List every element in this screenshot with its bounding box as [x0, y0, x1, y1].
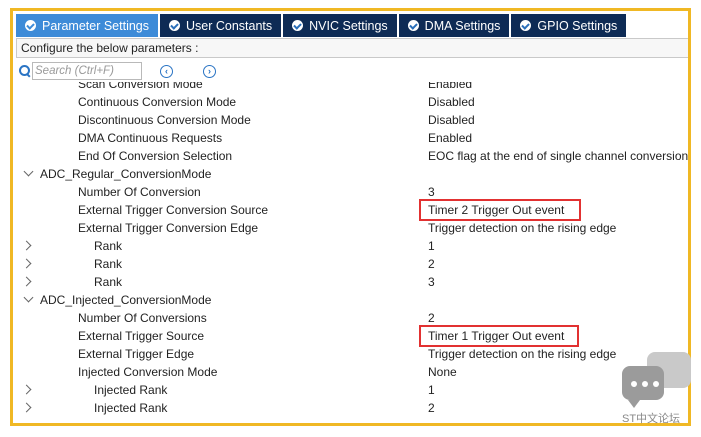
search-input[interactable]	[32, 62, 142, 80]
tab-label: GPIO Settings	[537, 18, 618, 33]
parameter-tree: Scan Conversion Mode Enabled Continuous …	[16, 82, 688, 423]
tab-label: Parameter Settings	[42, 18, 149, 33]
param-label: Continuous Conversion Mode	[78, 95, 237, 109]
tree-row[interactable]: Rank 2	[16, 255, 688, 273]
watermark-text: ST中文论坛	[622, 413, 681, 425]
frame-border: Parameter Settings User Constants NVIC S…	[10, 8, 691, 426]
tab-label: User Constants	[186, 18, 273, 33]
group-label: ADC_Regular_ConversionMode	[40, 167, 212, 181]
param-label: External Trigger Conversion Source	[78, 203, 269, 217]
param-label: External Trigger Conversion Edge	[78, 221, 259, 235]
tab-label: NVIC Settings	[309, 18, 388, 33]
param-label: External Trigger Edge	[78, 347, 195, 361]
tree-group-regular[interactable]: ADC_Regular_ConversionMode	[16, 165, 688, 183]
check-circle-icon	[520, 20, 532, 31]
tree-row[interactable]: DMA Continuous Requests Enabled	[16, 129, 688, 147]
tree-row[interactable]: Number Of Conversions 2	[16, 309, 688, 327]
param-value[interactable]: 1	[428, 237, 435, 255]
tree-row[interactable]: External Trigger Source Timer 1 Trigger …	[16, 327, 688, 345]
param-label: Injected Rank	[94, 383, 168, 397]
tree-row[interactable]: External Trigger Edge Trigger detection …	[16, 345, 688, 363]
check-circle-icon	[407, 20, 419, 31]
param-value[interactable]: Disabled	[428, 93, 475, 111]
watermark-logo: ST中文论坛	[622, 352, 694, 427]
check-circle-icon	[292, 20, 304, 31]
chevron-right-icon[interactable]	[21, 258, 32, 269]
param-value[interactable]: Disabled	[428, 111, 475, 129]
tree-row[interactable]: Injected Conversion Mode None	[16, 363, 688, 381]
param-label: Scan Conversion Mode	[78, 82, 203, 91]
tree-row[interactable]: Continuous Conversion Mode Disabled	[16, 93, 688, 111]
tree-row[interactable]: Rank 1	[16, 237, 688, 255]
check-circle-icon	[169, 20, 180, 31]
configure-header: Configure the below parameters :	[16, 38, 688, 58]
param-value[interactable]: 2	[428, 399, 435, 417]
tree-row[interactable]: Rank 3	[16, 273, 688, 291]
tree-row[interactable]: External Trigger Conversion Source Timer…	[16, 201, 688, 219]
chevron-right-icon[interactable]	[21, 276, 32, 287]
tree-row[interactable]: Scan Conversion Mode Enabled	[16, 82, 688, 93]
param-value[interactable]: Trigger detection on the rising edge	[428, 345, 616, 363]
chevron-left-icon[interactable]: ‹	[160, 64, 173, 78]
param-label: Number Of Conversion	[78, 185, 201, 199]
tree-row[interactable]: Discontinuous Conversion Mode Disabled	[16, 111, 688, 129]
param-value[interactable]: 3	[428, 273, 435, 291]
tab-parameter-settings[interactable]: Parameter Settings	[16, 14, 158, 37]
param-value[interactable]: EOC flag at the end of single channel co…	[428, 147, 688, 165]
tab-bar: Parameter Settings User Constants NVIC S…	[16, 14, 627, 37]
param-value[interactable]: Enabled	[428, 129, 472, 147]
param-value[interactable]: Timer 1 Trigger Out event	[428, 327, 564, 345]
chevron-right-icon[interactable]	[21, 384, 32, 395]
tree-row[interactable]: Injected Rank 1	[16, 381, 688, 399]
param-label: External Trigger Source	[78, 329, 205, 343]
search-bar: ‹ ›	[16, 61, 688, 81]
param-label: Number Of Conversions	[78, 311, 207, 325]
tree-row[interactable]: End Of Conversion Selection EOC flag at …	[16, 147, 688, 165]
tree-row[interactable]: External Trigger Conversion Edge Trigger…	[16, 219, 688, 237]
param-label: Rank	[94, 275, 123, 289]
tab-dma-settings[interactable]: DMA Settings	[398, 14, 510, 37]
param-label: Injected Rank	[94, 401, 168, 415]
tab-label: DMA Settings	[424, 18, 501, 33]
param-label: DMA Continuous Requests	[78, 131, 223, 145]
param-label: End Of Conversion Selection	[78, 149, 233, 163]
param-value[interactable]: Timer 2 Trigger Out event	[428, 201, 564, 219]
tree-group-injected[interactable]: ADC_Injected_ConversionMode	[16, 291, 688, 309]
param-label: Rank	[94, 239, 123, 253]
chevron-right-icon[interactable]	[21, 240, 32, 251]
tree-row[interactable]: Injected Rank 2	[16, 399, 688, 417]
param-label: Injected Conversion Mode	[78, 365, 218, 379]
chevron-right-icon[interactable]	[21, 402, 32, 413]
param-value[interactable]: 1	[428, 381, 435, 399]
chevron-down-icon[interactable]	[23, 292, 34, 303]
param-value[interactable]: Enabled	[428, 82, 472, 93]
param-label: Rank	[94, 257, 123, 271]
search-icon	[19, 65, 31, 77]
tab-user-constants[interactable]: User Constants	[160, 14, 282, 37]
check-circle-icon	[25, 20, 36, 31]
tab-nvic-settings[interactable]: NVIC Settings	[283, 14, 397, 37]
dots-icon	[631, 381, 659, 387]
param-value[interactable]: None	[428, 363, 457, 381]
chevron-right-icon[interactable]: ›	[203, 64, 216, 78]
chevron-down-icon[interactable]	[23, 166, 34, 177]
tree-row[interactable]: Number Of Conversion 3	[16, 183, 688, 201]
param-value[interactable]: Trigger detection on the rising edge	[428, 219, 616, 237]
param-label: Discontinuous Conversion Mode	[78, 113, 251, 127]
param-value[interactable]: 2	[428, 309, 435, 327]
param-value[interactable]: 3	[428, 183, 435, 201]
tab-gpio-settings[interactable]: GPIO Settings	[511, 14, 627, 37]
param-value[interactable]: 2	[428, 255, 435, 273]
group-label: ADC_Injected_ConversionMode	[40, 293, 212, 307]
